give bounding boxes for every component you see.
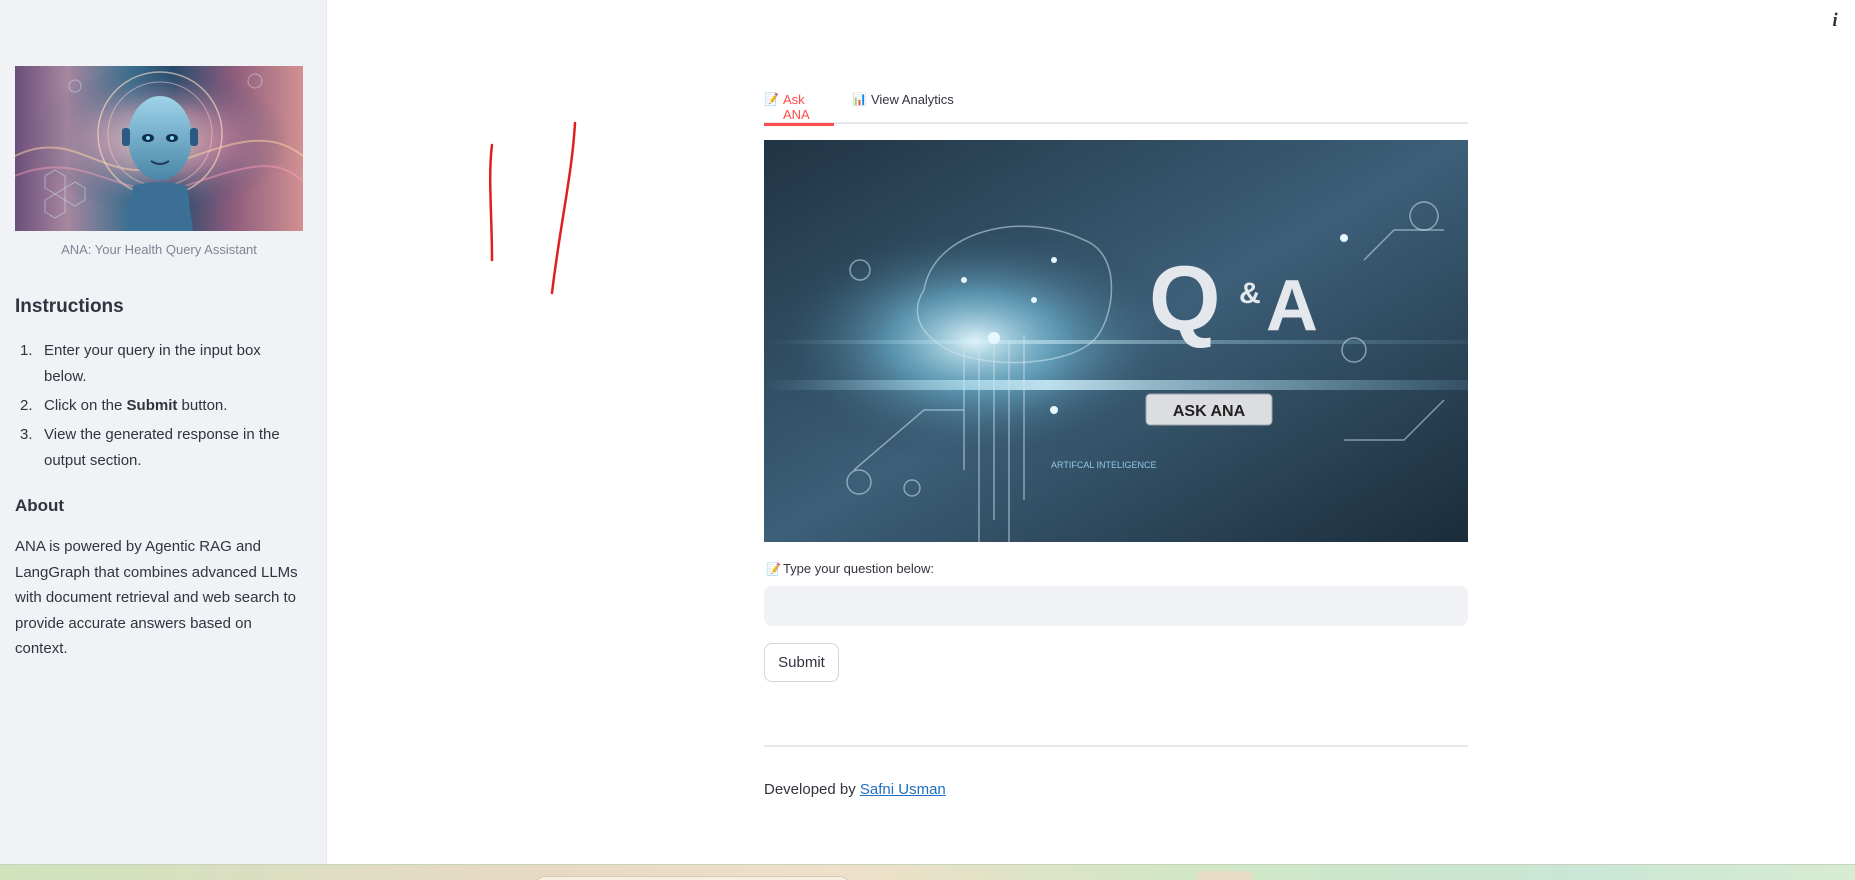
question-label: 📝 Type your question below: [766,561,934,576]
step-number: 3. [20,426,33,443]
step-bold-text: Submit [126,397,178,414]
tab-label: Ask ANA [782,92,810,122]
question-input[interactable] [764,586,1468,626]
scribble-annotation [488,121,577,295]
step-number: 1. [20,342,33,359]
tab-bar: 📝 Ask ANA 📊 View Analytics [764,86,1468,126]
step-text: Click on the [44,397,127,414]
about-heading: About [15,496,65,515]
step-number: 2. [20,397,33,414]
step-text: button. [177,397,228,414]
bar-chart-icon: 📊 [852,92,867,106]
ana-avatar-image [15,66,303,231]
tab-ask-ana[interactable]: 📝 Ask ANA [764,92,834,126]
submit-button[interactable]: Submit [764,643,839,682]
instruction-step: 3. View the generated response in the ou… [15,422,305,474]
app-window: ANA: Your Health Query Assistant Instruc… [0,0,1855,880]
step-text: View the generated response in the outpu… [44,426,280,469]
footer-divider [764,745,1468,747]
banner-tagline: ARTIFCAL INTELIGENCE [1051,460,1157,470]
instructions-heading: Instructions [15,296,124,317]
taskbar [0,864,1855,880]
banner-amp: & [1239,277,1261,310]
taskbar-search-box[interactable] [535,876,850,880]
tab-label: View Analytics [870,92,954,107]
taskbar-app-icon[interactable] [1196,871,1252,880]
banner-q-letter: Q [1149,248,1221,350]
qa-banner-image: Q & A ASK ANA ARTIFCAL INTELIGENCE [764,140,1468,542]
author-link[interactable]: Safni Usman [860,781,946,798]
footer-prefix: Developed by [764,781,860,798]
hero-caption: ANA: Your Health Query Assistant [61,242,257,257]
banner-ask-ana-text: ASK ANA [1173,403,1246,420]
tab-view-analytics[interactable]: 📊 View Analytics [852,92,962,124]
memo-icon: 📝 [766,562,781,576]
info-icon[interactable]: i [1828,11,1842,31]
banner-a-letter: A [1266,266,1318,346]
step-text: Enter your query in the input box below. [44,342,261,385]
instruction-step: 1. Enter your query in the input box bel… [15,338,305,390]
question-label-text: Type your question below: [782,561,934,576]
instruction-step: 2. Click on the Submit button. [15,393,305,419]
about-text: ANA is powered by Agentic RAG and LangGr… [15,538,298,657]
footer-credit: Developed by Safni Usman [764,781,946,798]
sidebar: ANA: Your Health Query Assistant Instruc… [0,0,327,864]
memo-icon: 📝 [764,92,779,106]
instructions-list: 1. Enter your query in the input box bel… [15,338,305,477]
